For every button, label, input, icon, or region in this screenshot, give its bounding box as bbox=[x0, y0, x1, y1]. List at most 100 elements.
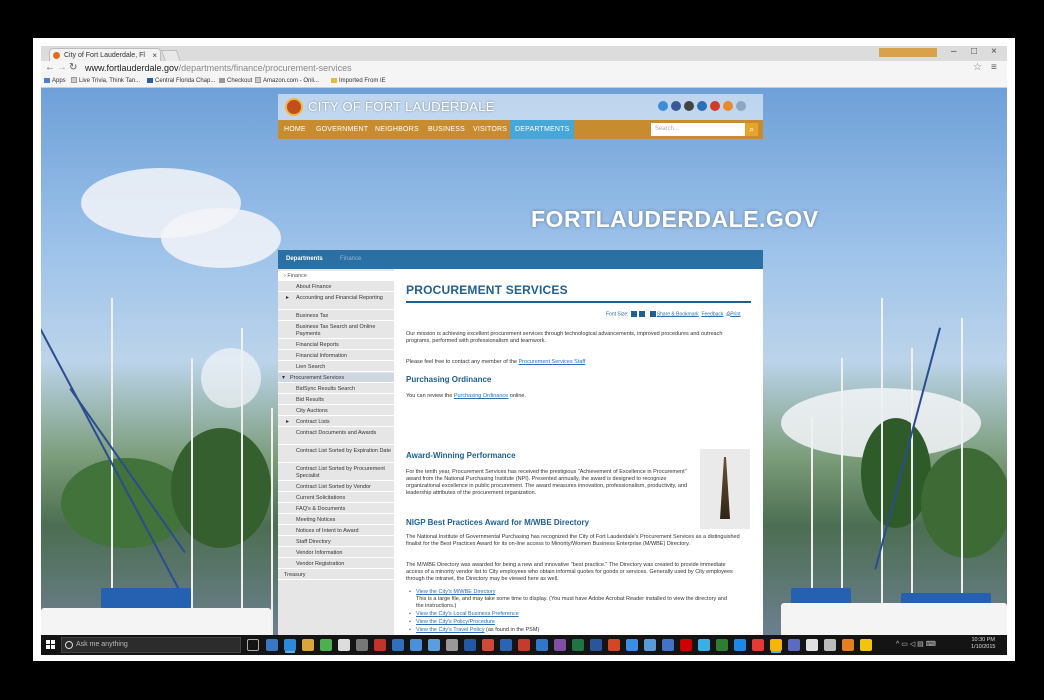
share-bookmark-link[interactable]: Share & Bookmark bbox=[657, 311, 699, 317]
twitter-icon[interactable] bbox=[658, 101, 668, 111]
excel-icon[interactable] bbox=[572, 639, 584, 651]
back-arrow-icon[interactable]: ← bbox=[45, 62, 55, 73]
bookmark-star-icon[interactable]: ☆ bbox=[973, 62, 982, 73]
app-icon[interactable] bbox=[698, 639, 710, 651]
travel-policy-link[interactable]: View the City's Travel Policy bbox=[416, 627, 485, 633]
forward-arrow-icon[interactable]: → bbox=[57, 62, 67, 73]
bookmark-central-florida[interactable]: Central Florida Chap... bbox=[147, 76, 215, 87]
bookmark-imported-folder[interactable]: Imported From IE bbox=[331, 76, 386, 87]
sidebar-item-faqs[interactable]: FAQ's & Documents bbox=[278, 504, 394, 514]
sidebar-item-financial-reports[interactable]: Financial Reports bbox=[278, 340, 394, 350]
breadcrumb-departments[interactable]: Departments bbox=[286, 250, 323, 269]
keyboard-icon[interactable]: ⌨ bbox=[926, 641, 936, 648]
sidebar-item-contract-expiration[interactable]: Contract List Sorted by Expiration Date bbox=[278, 446, 394, 463]
facebook-icon[interactable] bbox=[671, 101, 681, 111]
purchasing-ordinance-link[interactable]: Purchasing Ordinance bbox=[454, 393, 508, 399]
instagram-icon[interactable] bbox=[684, 101, 694, 111]
word-icon[interactable] bbox=[500, 639, 512, 651]
sidebar-item-notices-intent[interactable]: Notices of Intent to Award bbox=[278, 526, 394, 536]
sidebar-item-contract-documents[interactable]: Contract Documents and Awards bbox=[278, 428, 394, 445]
sidebar-item-vendor-registration[interactable]: Vendor Registration bbox=[278, 559, 394, 569]
app-icon[interactable] bbox=[824, 639, 836, 651]
sidebar-item-about-finance[interactable]: About Finance bbox=[278, 282, 394, 292]
browser-tab[interactable]: City of Fort Lauderdale, Fl × bbox=[49, 48, 161, 61]
app-icon[interactable] bbox=[518, 639, 530, 651]
windows-start-icon[interactable] bbox=[46, 640, 56, 650]
sidebar-item-vendor-information[interactable]: Vendor Information bbox=[278, 548, 394, 558]
powerpoint-icon[interactable] bbox=[608, 639, 620, 651]
sidebar-item-city-auctions[interactable]: City Auctions bbox=[278, 406, 394, 416]
sidebar-item-staff-directory[interactable]: Staff Directory bbox=[278, 537, 394, 547]
chrome-icon[interactable] bbox=[770, 639, 782, 651]
breadcrumb-finance[interactable]: Finance bbox=[340, 250, 361, 269]
sidebar-item-contract-vendor[interactable]: Contract List Sorted by Vendor bbox=[278, 482, 394, 492]
network-icon[interactable]: ▭ bbox=[901, 641, 908, 648]
app-icon[interactable] bbox=[374, 639, 386, 651]
bookmark-apps[interactable]: Apps bbox=[44, 76, 66, 87]
sidebar-section-finance[interactable]: › Finance bbox=[278, 271, 394, 281]
app-icon[interactable] bbox=[662, 639, 674, 651]
font-increase-icon[interactable] bbox=[630, 311, 637, 317]
nav-home[interactable]: HOME bbox=[284, 120, 306, 139]
nav-government[interactable]: GOVERNMENT bbox=[316, 120, 368, 139]
cortana-search-box[interactable]: Ask me anything bbox=[61, 637, 241, 653]
procurement-staff-link[interactable]: Procurement Services Staff bbox=[519, 359, 586, 365]
app-icon[interactable] bbox=[482, 639, 494, 651]
app-icon[interactable] bbox=[644, 639, 656, 651]
volume-icon[interactable]: ◁ bbox=[910, 641, 915, 648]
url-field[interactable]: www.fortlauderdale.gov/departments/finan… bbox=[85, 63, 965, 74]
sidebar-item-procurement-services[interactable]: ▾ Procurement Services bbox=[278, 373, 394, 383]
minimize-button[interactable]: – bbox=[951, 46, 957, 57]
font-decrease-icon[interactable] bbox=[638, 311, 645, 317]
app-icon[interactable] bbox=[626, 639, 638, 651]
nav-departments[interactable]: DEPARTMENTS bbox=[510, 120, 575, 139]
linkedin-icon[interactable] bbox=[697, 101, 707, 111]
app-icon[interactable] bbox=[842, 639, 854, 651]
sidebar-item-treasury[interactable]: Treasury bbox=[278, 570, 394, 580]
sidebar-item-financial-information[interactable]: Financial Information bbox=[278, 351, 394, 361]
site-brand[interactable]: CITY OF FORT LAUDERDALE bbox=[308, 99, 495, 114]
edge-icon[interactable] bbox=[284, 639, 296, 651]
app-icon[interactable] bbox=[806, 639, 818, 651]
windows-store-icon[interactable] bbox=[266, 639, 278, 651]
youtube-icon[interactable] bbox=[710, 101, 720, 111]
print-link[interactable]: Print bbox=[730, 311, 740, 317]
sidebar-item-bidsync[interactable]: BidSync Results Search bbox=[278, 384, 394, 394]
sidebar-item-current-solicitations[interactable]: Current Solicitations bbox=[278, 493, 394, 503]
close-window-button[interactable]: × bbox=[991, 46, 997, 57]
sidebar-item-meeting-notices[interactable]: Meeting Notices bbox=[278, 515, 394, 525]
person-icon[interactable] bbox=[860, 639, 872, 651]
chevron-up-icon[interactable]: ^ bbox=[896, 641, 899, 648]
sidebar-item-contract-specialist[interactable]: Contract List Sorted by Procurement Spec… bbox=[278, 464, 394, 481]
sidebar-item-bid-results[interactable]: Bid Results bbox=[278, 395, 394, 405]
app-icon[interactable] bbox=[788, 639, 800, 651]
user-profile-badge[interactable] bbox=[879, 48, 937, 57]
nav-neighbors[interactable]: NEIGHBORS bbox=[375, 120, 419, 139]
app-icon[interactable] bbox=[446, 639, 458, 651]
app-icon[interactable] bbox=[410, 639, 422, 651]
onenote-icon[interactable] bbox=[554, 639, 566, 651]
app-icon[interactable] bbox=[320, 639, 332, 651]
nav-business[interactable]: BUSINESS bbox=[428, 120, 465, 139]
bookmark-amazon[interactable]: Amazon.com - Onli... bbox=[255, 76, 319, 87]
app-icon[interactable] bbox=[356, 639, 368, 651]
nav-visitors[interactable]: VISITORS bbox=[473, 120, 507, 139]
app-icon[interactable] bbox=[392, 639, 404, 651]
sidebar-item-business-tax-search[interactable]: Business Tax Search and Online Payments bbox=[278, 322, 394, 339]
sidebar-item-contract-lists[interactable]: ▸ Contract Lists bbox=[278, 417, 394, 427]
app-icon[interactable] bbox=[680, 639, 692, 651]
local-business-preference-link[interactable]: View the City's Local Business Preferenc… bbox=[416, 611, 519, 617]
notification-icon[interactable]: ▤ bbox=[917, 641, 924, 648]
file-explorer-icon[interactable] bbox=[302, 639, 314, 651]
rss-icon[interactable] bbox=[723, 101, 733, 111]
clock[interactable]: 10:30 PM 1/10/2015 bbox=[971, 637, 995, 651]
bookmark-live-trivia[interactable]: Live Trivia, Think Tan... bbox=[71, 76, 140, 87]
app-icon[interactable] bbox=[428, 639, 440, 651]
chrome-menu-icon[interactable]: ≡ bbox=[991, 62, 997, 73]
app-icon[interactable] bbox=[590, 639, 602, 651]
sidebar-item-lien-search[interactable]: Lien Search bbox=[278, 362, 394, 372]
app-icon[interactable] bbox=[734, 639, 746, 651]
city-logo-icon[interactable] bbox=[285, 98, 303, 116]
feedback-link[interactable]: Feedback bbox=[701, 311, 723, 317]
app-icon[interactable] bbox=[716, 639, 728, 651]
